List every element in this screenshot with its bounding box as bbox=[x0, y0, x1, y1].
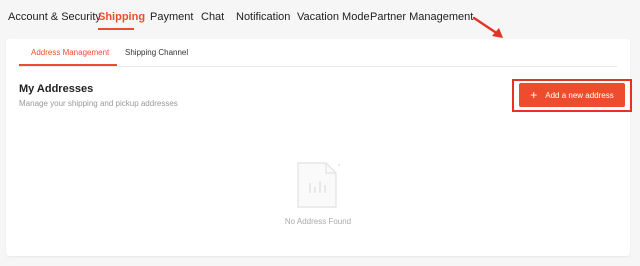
address-management-card: Address Management Shipping Channel My A… bbox=[6, 39, 632, 256]
active-tab-indicator bbox=[98, 28, 134, 30]
tab-chat[interactable]: Chat bbox=[201, 11, 224, 23]
add-new-address-button[interactable]: + Add a new address bbox=[519, 83, 625, 107]
subtab-shipping-channel[interactable]: Shipping Channel bbox=[125, 48, 188, 57]
top-navigation-tabs: Account & Security Shipping Payment Chat… bbox=[0, 0, 640, 36]
tab-partner-management[interactable]: Partner Management bbox=[370, 11, 473, 23]
subtab-address-management[interactable]: Address Management bbox=[31, 48, 109, 57]
tab-vacation-mode[interactable]: Vacation Mode bbox=[297, 11, 370, 23]
tab-notification[interactable]: Notification bbox=[236, 11, 290, 23]
section-title: My Addresses bbox=[19, 83, 94, 95]
tab-shipping[interactable]: Shipping bbox=[98, 11, 145, 23]
add-new-address-label: Add a new address bbox=[545, 90, 614, 100]
active-subtab-indicator bbox=[19, 64, 117, 66]
tab-payment[interactable]: Payment bbox=[150, 11, 193, 23]
empty-document-icon bbox=[297, 162, 340, 208]
empty-state-text: No Address Found bbox=[284, 217, 352, 226]
tab-account-security[interactable]: Account & Security bbox=[8, 11, 101, 23]
plus-icon: + bbox=[530, 88, 538, 102]
annotation-arrow-icon bbox=[472, 16, 503, 38]
section-subtitle: Manage your shipping and pickup addresse… bbox=[19, 99, 178, 108]
sub-tabs: Address Management Shipping Channel bbox=[19, 39, 617, 67]
